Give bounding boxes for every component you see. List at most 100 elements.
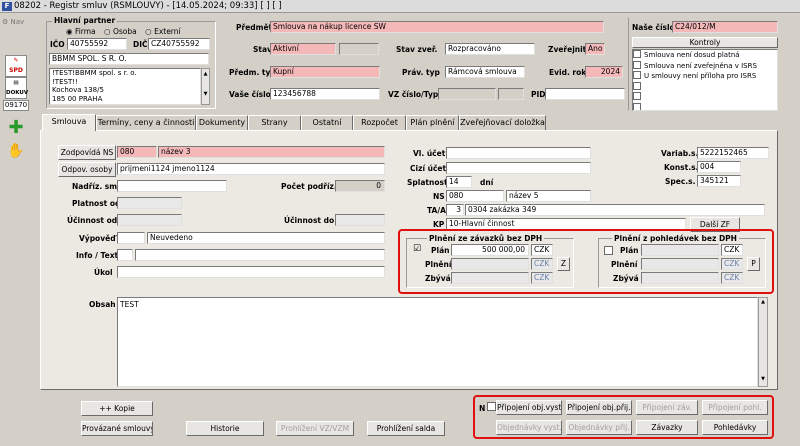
evid-rok-field[interactable]: 2024 xyxy=(585,66,623,78)
tab-dokumenty[interactable]: Dokumenty xyxy=(196,115,248,130)
predm-typ-field[interactable]: Kupní xyxy=(270,66,380,78)
tab-plan-plneni[interactable]: Plán plnění xyxy=(406,115,459,130)
handshake-icon[interactable]: ✋ xyxy=(5,140,27,162)
pid-field[interactable] xyxy=(545,88,625,100)
predmet-field[interactable]: Smlouva na nákup licence SW xyxy=(270,21,604,33)
predm-typ-label: Předm. typ xyxy=(229,68,276,77)
stav-zver-label: Stav zveř. xyxy=(396,45,438,54)
add-icon[interactable]: ✚ xyxy=(5,117,27,139)
pocet-field: 0 xyxy=(335,180,385,192)
partner-type-radios: ◉ Firma ○ Osoba ○ Externí xyxy=(66,27,181,36)
spd-label: SPD xyxy=(9,67,23,74)
radio-firma[interactable]: ◉ Firma xyxy=(66,27,96,36)
spec-field[interactable]: 345121 xyxy=(697,175,741,187)
tab-rozpocet[interactable]: Rozpočet xyxy=(353,115,406,130)
ucinnost-od-label: Účinnost od xyxy=(67,216,118,225)
kontroly-item: Smlouva není dosud platná xyxy=(633,50,777,61)
address-line: !TEST!BBMM spol. s r. o. xyxy=(52,69,137,77)
tab-smlouva[interactable]: Smlouva xyxy=(42,114,96,131)
kontroly-item: U smlouvy není příloha pro ISRS xyxy=(633,71,777,82)
predmet-label: Předmět xyxy=(236,23,273,32)
window-title: 08202 - Registr smluv (RSMLOUVY) - [14.0… xyxy=(14,1,282,11)
obsah-textarea[interactable]: TEST xyxy=(117,297,758,387)
radio-externi-label: Externí xyxy=(154,27,181,36)
stav-field[interactable]: Aktivní xyxy=(270,43,336,55)
cizi-ucet-label: Cizí účet xyxy=(410,164,447,173)
prav-typ-label: Práv. typ xyxy=(402,68,440,77)
ta-label: TA/A xyxy=(427,206,446,215)
dokuv-label: DOKUV xyxy=(6,90,29,96)
stav-zver-field[interactable]: Rozpracováno xyxy=(445,43,535,55)
kontroly-checkbox[interactable] xyxy=(633,102,641,110)
vase-cislo-field[interactable]: 123456788 xyxy=(270,88,380,100)
vypoved-code-field[interactable] xyxy=(117,232,145,244)
prohlizeni-salda-button[interactable]: Prohlížení salda xyxy=(367,421,445,436)
kontroly-checkbox[interactable] xyxy=(633,92,641,100)
kontroly-item xyxy=(633,92,777,103)
kontroly-checkbox[interactable] xyxy=(633,71,641,79)
ico-field[interactable]: 40755592 xyxy=(67,38,127,50)
address-scrollbar[interactable]: ▲ ▼ xyxy=(201,68,210,105)
tab-terminy[interactable]: Termíny, ceny a činnosti xyxy=(96,115,196,130)
info-field[interactable] xyxy=(135,249,385,261)
platnost-od-field xyxy=(117,197,182,209)
vl-ucet-field[interactable] xyxy=(446,147,591,159)
dic-field[interactable]: CZ40755592 xyxy=(148,38,210,50)
nadriz-label: Nadříz. sml. xyxy=(72,182,123,191)
vl-ucet-label: Vl. účet xyxy=(413,149,446,158)
address-line: 185 00 PRAHA xyxy=(52,94,103,103)
zverejnit-field[interactable]: Ano xyxy=(585,43,605,55)
ucinnost-od-field xyxy=(117,214,182,226)
nadriz-field[interactable] xyxy=(117,180,227,192)
kopie-button[interactable]: ++ Kopie xyxy=(81,401,153,416)
kontroly-checkbox[interactable] xyxy=(633,50,641,58)
kontroly-checkbox[interactable] xyxy=(633,60,641,69)
ns-code-field[interactable]: 080 xyxy=(446,190,504,202)
konst-label: Konst.s. xyxy=(664,163,699,172)
ukol-field[interactable] xyxy=(117,266,385,278)
odpov-field[interactable]: prijmeni1124 jmeno1124 xyxy=(117,163,385,175)
zodpovida-ns-button[interactable]: Zodpovídá NS xyxy=(58,145,116,160)
spd-icon[interactable]: ✎ SPD xyxy=(5,55,27,77)
nav-button[interactable]: ⚙ Nav xyxy=(2,18,28,30)
cizi-ucet-field[interactable] xyxy=(446,162,591,174)
odpov-osoby-button[interactable]: Odpov. osoby xyxy=(58,162,116,177)
ta-num-field[interactable]: 3 xyxy=(446,204,464,216)
kontroly-checkbox[interactable] xyxy=(633,81,641,90)
ucinnost-do-field xyxy=(335,214,385,226)
zodp-name-field[interactable]: název 3 xyxy=(158,146,385,158)
prohlizeni-vz-button[interactable]: Prohlížení VZ/VZM xyxy=(276,421,354,436)
provazane-button[interactable]: Provázané smlouvy xyxy=(81,421,153,436)
partner-address: !TEST!BBMM spol. s r. o. !TEST!! Kochova… xyxy=(49,68,201,105)
kontroly-button[interactable]: Kontroly xyxy=(632,37,778,48)
info-code-field[interactable] xyxy=(117,249,133,261)
prav-typ-field[interactable]: Rámcová smlouva xyxy=(445,66,525,78)
nase-cislo-field[interactable]: C24/012/M xyxy=(672,21,778,33)
ns-name-field[interactable]: název 5 xyxy=(506,190,591,202)
radio-osoba[interactable]: ○ Osoba xyxy=(104,27,137,36)
tab-zverejnovaci[interactable]: Zveřejňovací doložka xyxy=(459,115,546,130)
splatnost-label: Splatnost xyxy=(407,178,448,187)
app-icon: F xyxy=(2,2,12,11)
konst-field[interactable]: 004 xyxy=(697,161,741,173)
vz-typ-field[interactable] xyxy=(498,88,524,100)
ns-label: NS xyxy=(433,192,445,201)
highlight-plneni xyxy=(398,229,774,294)
vz-cislo-field[interactable] xyxy=(438,88,496,100)
vase-cislo-label: Vaše číslo xyxy=(229,90,271,99)
variab-field[interactable]: 5222152465 xyxy=(697,147,769,159)
ta-field[interactable]: 0304 zakázka 349 xyxy=(465,204,765,216)
vypoved-field[interactable]: Neuvedeno xyxy=(147,232,385,244)
kontroly-list: Smlouva není dosud platná Smlouva není z… xyxy=(632,49,778,111)
tab-strany[interactable]: Strany xyxy=(248,115,301,130)
obsah-scrollbar[interactable]: ▲ ▼ xyxy=(758,297,768,387)
obsah-label: Obsah xyxy=(89,300,116,309)
dokuv-icon[interactable]: ▤ DOKUV xyxy=(5,77,29,99)
zodp-code-field[interactable]: 080 xyxy=(117,146,157,158)
nav-label: Nav xyxy=(10,18,25,26)
partner-name-field[interactable]: BBMM SPOL. S R. O. xyxy=(49,53,209,65)
splatnost-field[interactable]: 14 xyxy=(446,176,472,188)
radio-externi[interactable]: ○ Externí xyxy=(145,27,180,36)
tab-ostatni[interactable]: Ostatní xyxy=(301,115,353,130)
historie-button[interactable]: Historie xyxy=(186,421,264,436)
